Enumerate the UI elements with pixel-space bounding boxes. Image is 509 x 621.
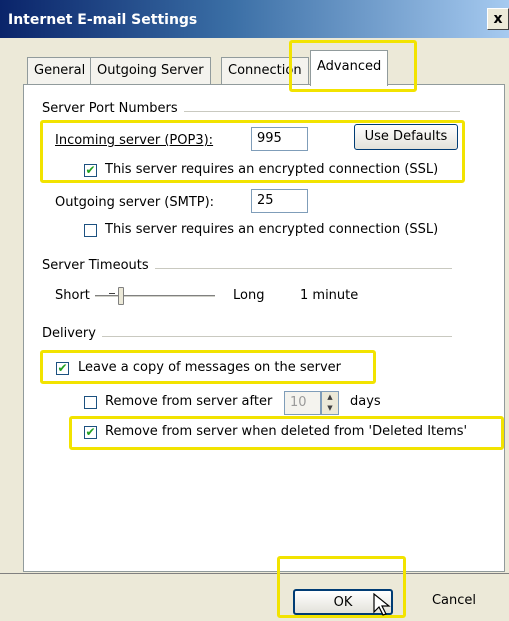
timeout-value: 1 minute <box>300 288 359 303</box>
timeout-slider-track[interactable] <box>95 295 215 298</box>
spin-up-icon[interactable]: ▲ <box>322 392 338 403</box>
incoming-port-input[interactable]: 995 <box>251 127 308 151</box>
remove-after-checkbox[interactable] <box>84 396 97 409</box>
remove-deleted-checkbox[interactable]: ✔ <box>84 426 97 439</box>
remove-after-label: Remove from server after <box>105 394 273 409</box>
close-button[interactable]: x <box>487 8 509 30</box>
leave-copy-label: Leave a copy of messages on the server <box>78 360 342 375</box>
tab-connection[interactable]: Connection <box>221 57 309 85</box>
footer-divider <box>0 573 509 574</box>
use-defaults-button[interactable]: Use Defaults <box>354 124 458 150</box>
window-title: Internet E-mail Settings <box>8 12 198 28</box>
tab-advanced[interactable]: Advanced <box>310 50 389 86</box>
timeouts-group-label: Server Timeouts <box>42 258 155 273</box>
checkmark-icon: ✔ <box>85 163 96 177</box>
outgoing-port-input[interactable]: 25 <box>251 189 308 213</box>
close-icon: x <box>493 11 503 27</box>
remove-after-days-input[interactable]: 10 <box>284 391 321 415</box>
slider-tick-mark <box>109 293 115 294</box>
days-spinner[interactable]: ▲ ▼ <box>321 391 339 415</box>
incoming-ssl-label: This server requires an encrypted connec… <box>105 162 439 177</box>
delivery-divider <box>42 336 452 337</box>
tab-outgoing-server[interactable]: Outgoing Server <box>90 57 211 85</box>
title-bar: Internet E-mail Settings x <box>0 0 509 38</box>
timeout-short-label: Short <box>55 288 90 303</box>
outgoing-ssl-label: This server requires an encrypted connec… <box>105 222 439 237</box>
ok-label: OK <box>333 595 353 610</box>
timeout-long-label: Long <box>233 288 265 303</box>
spin-down-icon[interactable]: ▼ <box>322 403 338 414</box>
internet-email-settings-dialog: Internet E-mail Settings x General Outgo… <box>0 0 509 621</box>
outgoing-ssl-checkbox[interactable] <box>84 224 97 237</box>
mouse-cursor-icon <box>373 593 391 616</box>
outgoing-server-label: Outgoing server (SMTP): <box>55 195 215 210</box>
remove-deleted-label: Remove from server when deleted from 'De… <box>105 424 468 439</box>
cancel-button[interactable]: Cancel <box>410 589 498 615</box>
tab-general[interactable]: General <box>27 57 93 85</box>
server-ports-group-label: Server Port Numbers <box>42 101 184 116</box>
checkmark-icon: ✔ <box>85 425 96 439</box>
leave-copy-checkbox[interactable]: ✔ <box>56 362 69 375</box>
timeout-slider-thumb[interactable] <box>118 287 124 305</box>
incoming-server-label: Incoming server (POP3): <box>55 133 214 148</box>
checkmark-icon: ✔ <box>57 361 68 375</box>
days-label: days <box>350 394 381 409</box>
incoming-ssl-checkbox[interactable]: ✔ <box>84 164 97 177</box>
delivery-group-label: Delivery <box>42 326 102 341</box>
